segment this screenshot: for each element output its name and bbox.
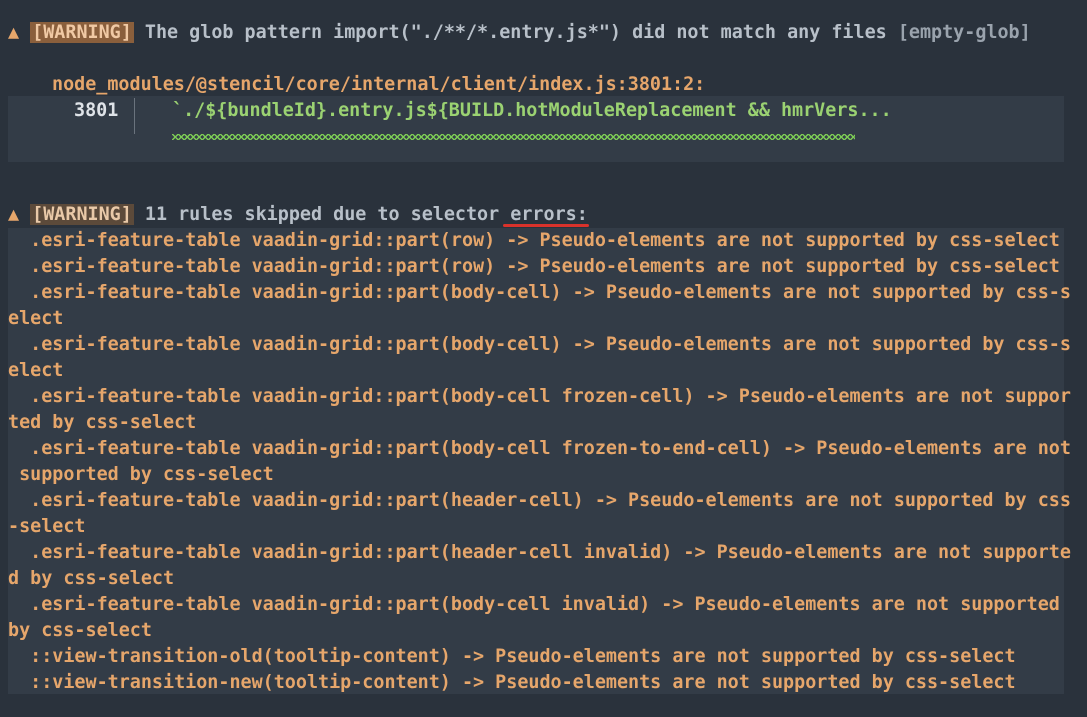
error-squiggle-underline	[172, 134, 855, 140]
warning-badge: [WARNING]	[30, 22, 134, 43]
skipped-rule-line: by css-select	[8, 620, 152, 641]
skipped-rule-line: .esri-feature-table vaadin-grid::part(he…	[8, 542, 1071, 563]
line-number: 3801	[74, 100, 119, 121]
gutter-separator	[134, 98, 135, 134]
warning-badge: [WARNING]	[30, 204, 134, 225]
skipped-rule-line: .esri-feature-table vaadin-grid::part(bo…	[8, 386, 1071, 407]
skipped-rule-line: .esri-feature-table vaadin-grid::part(bo…	[8, 438, 1071, 459]
skipped-rule-line: .esri-feature-table vaadin-grid::part(bo…	[8, 282, 1071, 303]
skipped-rule-line: ::view-transition-new(tooltip-content) -…	[8, 672, 1016, 693]
warning-message-highlight: errors:	[510, 204, 588, 225]
warning-code: [empty-glob]	[897, 22, 1031, 43]
skipped-rule-line: .esri-feature-table vaadin-grid::part(bo…	[8, 594, 1060, 615]
warning-2-header: ▲ [WARNING] 11 rules skipped due to sele…	[8, 202, 588, 228]
highlight-underline	[503, 224, 589, 227]
warning-triangle-icon: ▲	[8, 22, 20, 43]
warning-message: The glob pattern import("./**/*.entry.js…	[144, 22, 887, 43]
skipped-rule-line: .esri-feature-table vaadin-grid::part(he…	[8, 490, 1071, 511]
source-code-line: `./${bundleId}.entry.js${BUILD.hotModule…	[172, 100, 892, 121]
skipped-rule-line: elect	[8, 360, 64, 381]
warning-1-header: ▲ [WARNING] The glob pattern import("./*…	[8, 20, 1031, 46]
warning-message: 11 rules skipped due to selector	[144, 204, 511, 225]
warning-triangle-icon: ▲	[8, 204, 20, 225]
skipped-rule-line: ted by css-select	[8, 412, 197, 433]
source-location: node_modules/@stencil/core/internal/clie…	[52, 74, 706, 95]
skipped-rule-line: .esri-feature-table vaadin-grid::part(ro…	[8, 230, 1060, 251]
skipped-rule-line: .esri-feature-table vaadin-grid::part(ro…	[8, 256, 1060, 277]
skipped-rule-line: .esri-feature-table vaadin-grid::part(bo…	[8, 334, 1071, 355]
skipped-rule-line: ::view-transition-old(tooltip-content) -…	[8, 646, 1016, 667]
skipped-rule-line: elect	[8, 308, 64, 329]
skipped-rule-line: -select	[8, 516, 86, 537]
skipped-rule-line: supported by css-select	[8, 464, 274, 485]
skipped-rule-line: d by css-select	[8, 568, 175, 589]
